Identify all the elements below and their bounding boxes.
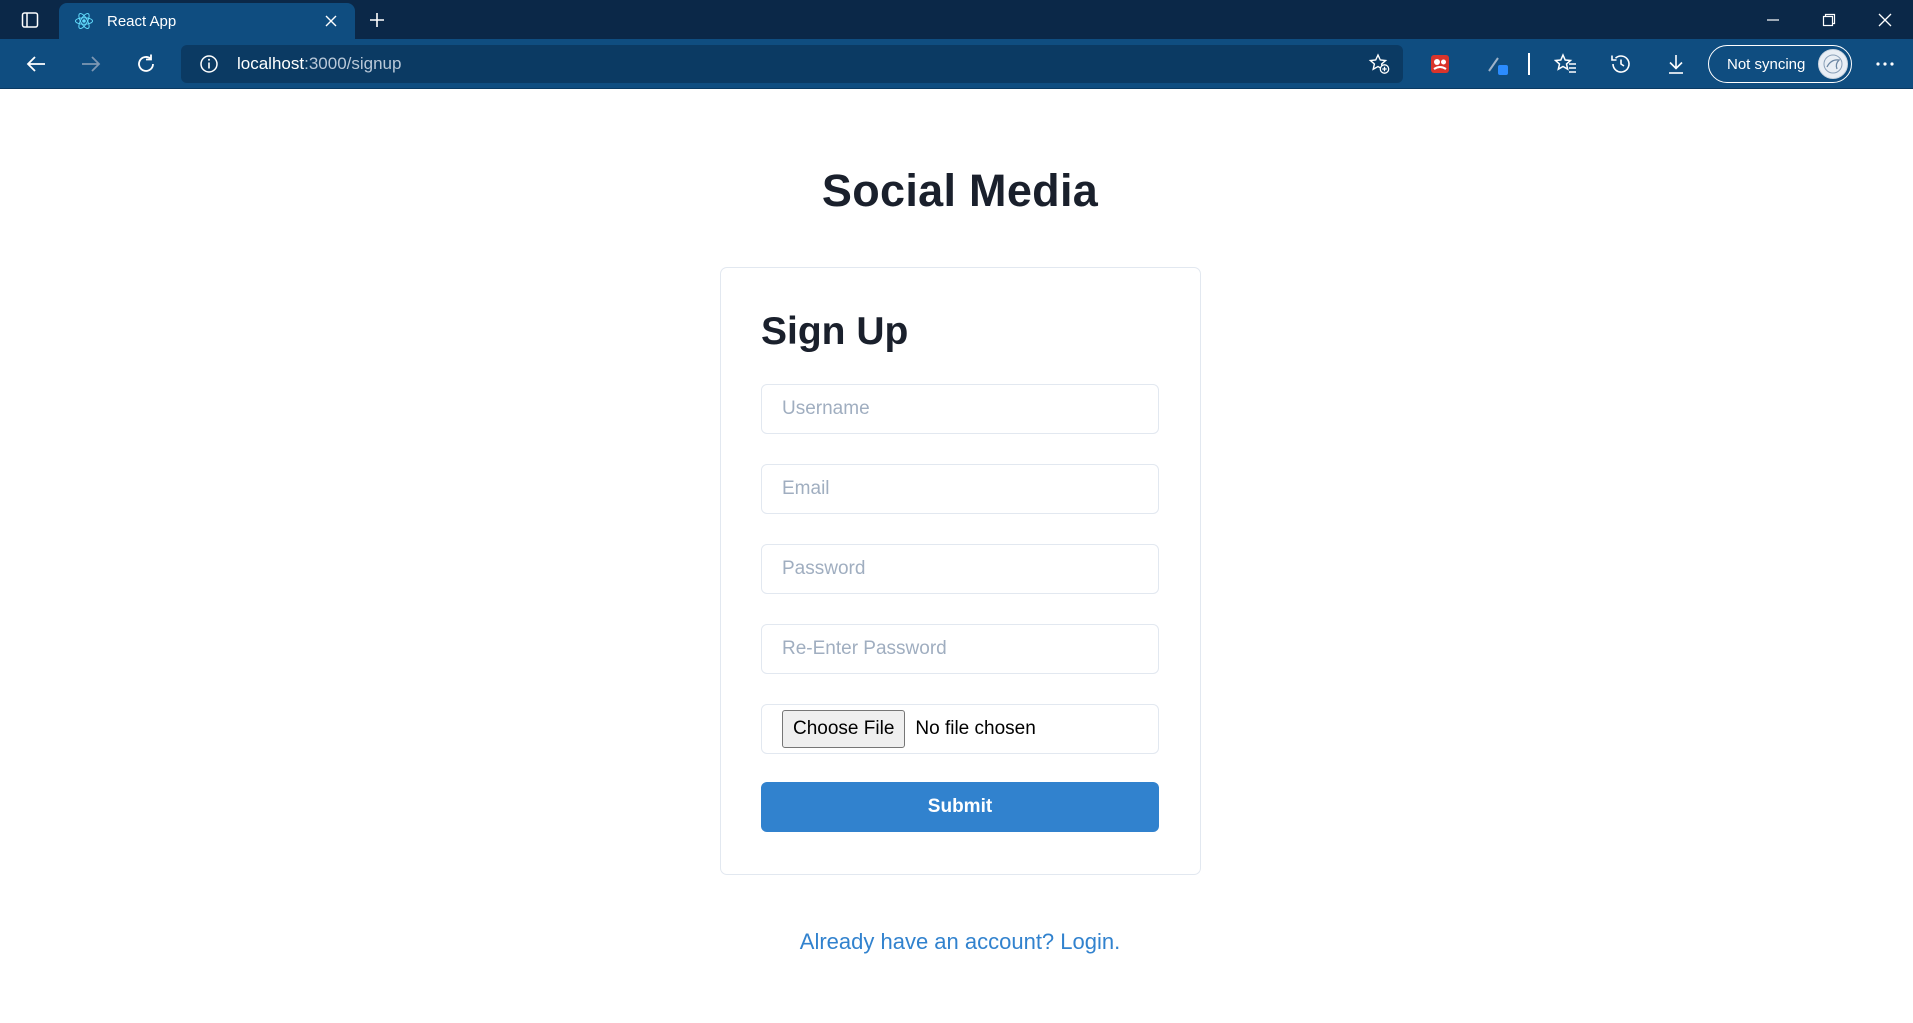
forward-arrow-icon[interactable] — [63, 42, 118, 86]
ellipsis-icon[interactable] — [1866, 45, 1904, 83]
avatar — [1818, 49, 1848, 79]
signup-card: Sign Up Choose File No file chosen Submi… — [720, 267, 1201, 875]
close-icon[interactable] — [319, 9, 343, 33]
file-input: Choose File No file chosen — [761, 704, 1159, 754]
email-input[interactable] — [761, 464, 1159, 514]
page-title: Social Media — [821, 165, 1099, 216]
address-bar[interactable]: localhost:3000/signup — [181, 45, 1403, 83]
minimize-icon[interactable] — [1745, 0, 1801, 39]
sync-button[interactable]: Not syncing — [1708, 45, 1852, 83]
favorites-icon[interactable] — [1547, 45, 1585, 83]
form-heading: Sign Up — [761, 310, 909, 353]
pen-icon[interactable] — [1479, 45, 1517, 83]
sync-label: Not syncing — [1727, 55, 1806, 73]
plus-icon[interactable] — [355, 0, 399, 39]
tab-actions-icon[interactable] — [0, 0, 59, 39]
page-content: Social Media Sign Up Choose File No file… — [0, 89, 1913, 1023]
tab-title: React App — [107, 12, 177, 30]
browser-titlebar: React App — [0, 0, 1913, 39]
login-link[interactable]: Already have an account? Login. — [0, 929, 1913, 955]
info-icon[interactable] — [195, 50, 223, 78]
url-text[interactable]: localhost:3000/signup — [237, 54, 401, 74]
browser-toolbar: localhost:3000/signup Not syncing — [0, 39, 1913, 89]
reenter-password-input[interactable] — [761, 624, 1159, 674]
refresh-icon[interactable] — [118, 42, 173, 86]
react-logo-icon — [73, 10, 95, 32]
history-icon[interactable] — [1602, 45, 1640, 83]
restore-icon[interactable] — [1801, 0, 1857, 39]
username-input[interactable] — [761, 384, 1159, 434]
window-controls — [1745, 0, 1913, 39]
file-status-text: No file chosen — [915, 718, 1036, 739]
submit-button[interactable]: Submit — [761, 782, 1159, 832]
star-add-icon[interactable] — [1365, 50, 1393, 78]
toolbar-divider — [1528, 53, 1530, 75]
back-arrow-icon[interactable] — [8, 42, 63, 86]
close-icon[interactable] — [1857, 0, 1913, 39]
choose-file-button[interactable]: Choose File — [782, 710, 906, 748]
password-input[interactable] — [761, 544, 1159, 594]
browser-tab[interactable]: React App — [59, 3, 355, 39]
download-icon[interactable] — [1657, 45, 1695, 83]
extension-icon[interactable] — [1421, 45, 1459, 83]
